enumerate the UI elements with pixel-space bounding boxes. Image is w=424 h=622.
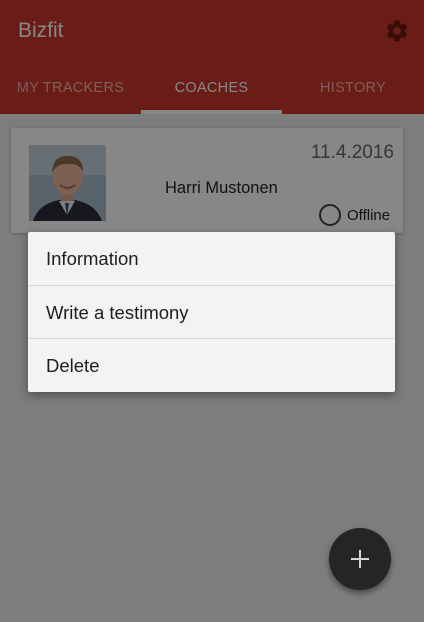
plus-icon — [351, 550, 369, 568]
screen: Bizfit MY TRACKERS COACHES HISTORY 11.4.… — [0, 0, 424, 622]
menu-item-delete[interactable]: Delete — [28, 339, 395, 392]
add-coach-button[interactable] — [329, 528, 391, 590]
context-menu: Information Write a testimony Delete — [28, 232, 395, 392]
menu-item-information[interactable]: Information — [28, 232, 395, 286]
menu-item-write-testimony[interactable]: Write a testimony — [28, 286, 395, 339]
